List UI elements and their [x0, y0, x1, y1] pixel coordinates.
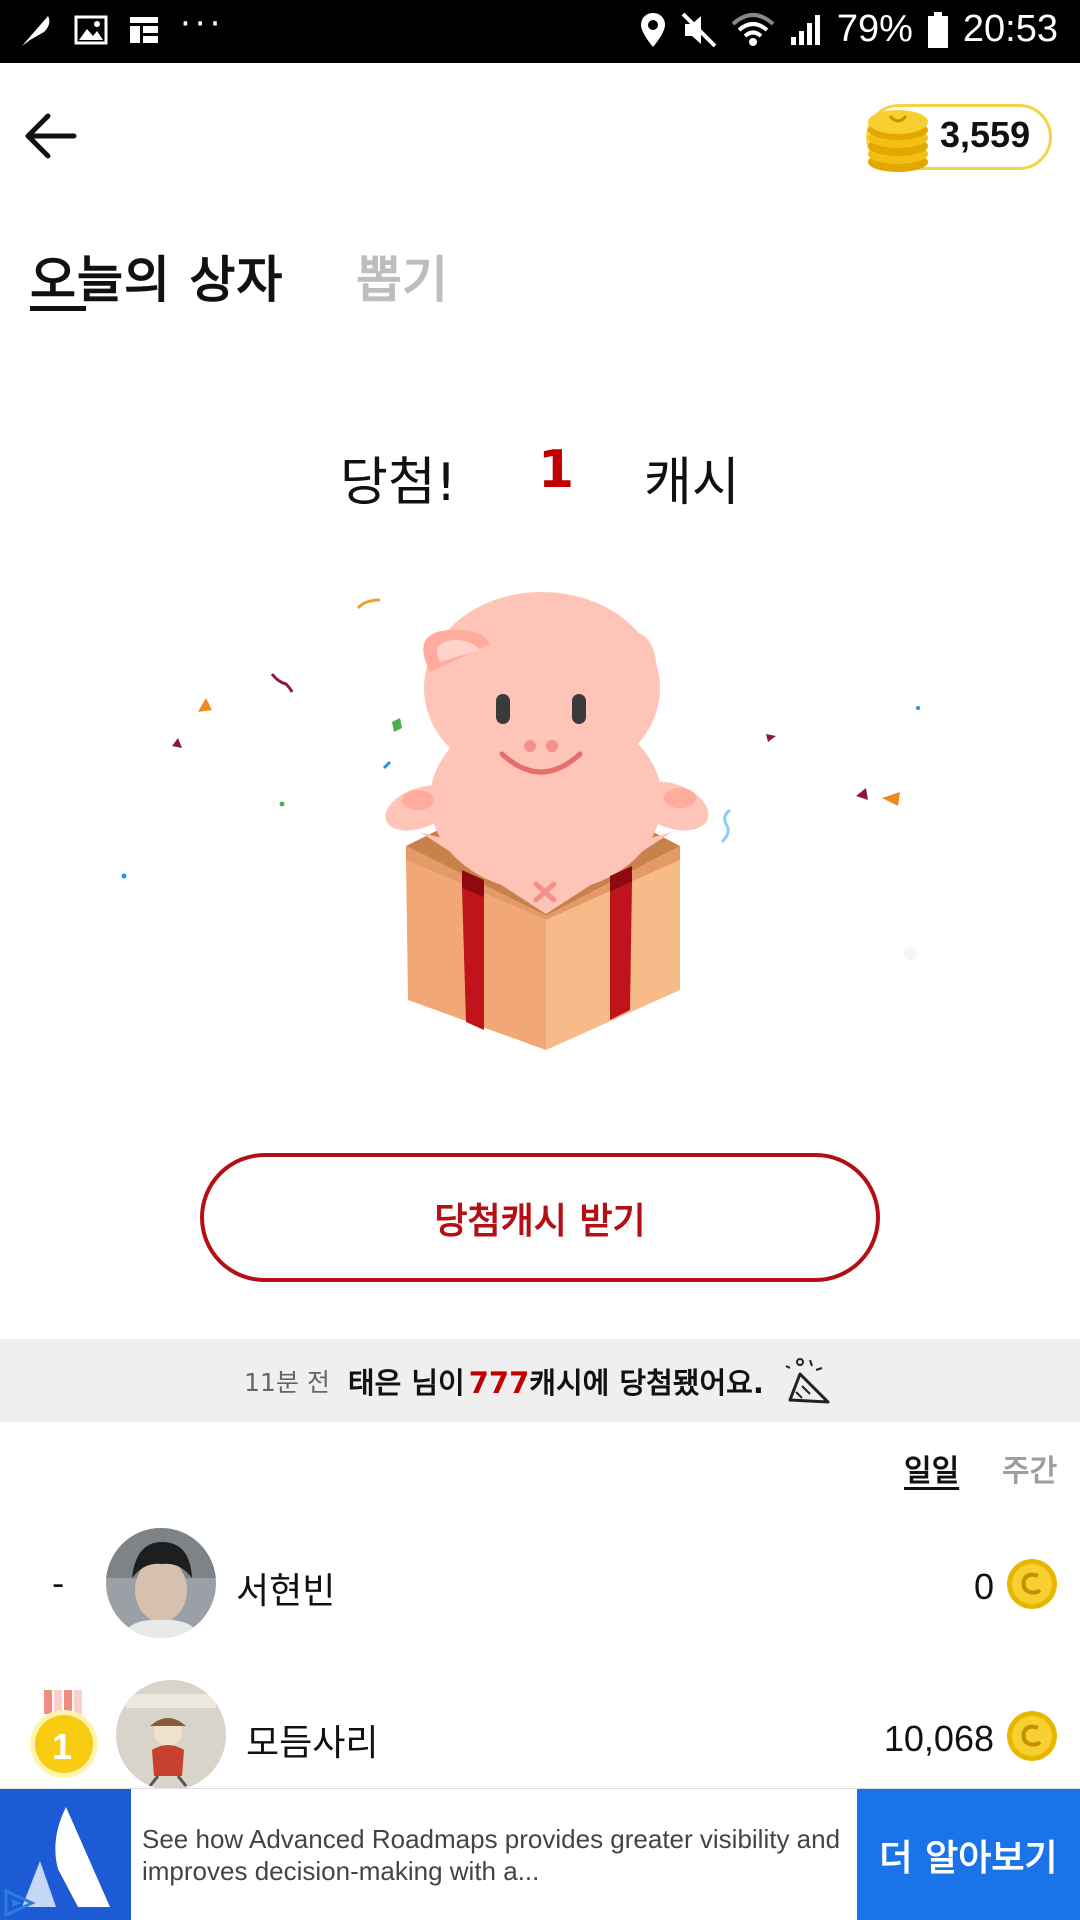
coin-icon — [1007, 1559, 1057, 1609]
mute-icon — [681, 12, 717, 47]
back-button[interactable] — [22, 108, 82, 168]
status-right: 79% 20:53 — [639, 8, 1058, 51]
tab-draw[interactable]: 뽑기 — [356, 240, 448, 312]
ad-choices-icon[interactable] — [2, 1887, 38, 1919]
claim-prize-label: 당첨캐시 받기 — [434, 1200, 646, 1242]
tab-active-indicator — [30, 306, 86, 311]
notice-message: 777캐시에 당첨됐어요. — [469, 1360, 764, 1402]
status-bar: ··· 79% 20:53 — [0, 0, 1080, 63]
winner-notice: 11분 전 태은 님이 777캐시에 당첨됐어요. — [0, 1339, 1080, 1422]
battery-percent: 79% — [836, 8, 913, 50]
tab-weekly[interactable]: 주간 — [1002, 1446, 1057, 1490]
rank-position: 1 — [52, 1726, 73, 1767]
result-unit: 캐시 — [644, 453, 740, 513]
location-icon — [640, 12, 665, 47]
ad-banner[interactable]: See how Advanced Roadmaps provides great… — [0, 1788, 1080, 1920]
notice-suffix: 캐시에 당첨됐어요. — [529, 1365, 764, 1400]
ranking-row[interactable]: 1 모듬사리 10,068 — [0, 1680, 1080, 1796]
clock: 20:53 — [962, 8, 1058, 50]
ad-cta-label: 더 알아보기 — [879, 1838, 1058, 1879]
prize-result: 당첨! 1 캐시 — [0, 440, 1080, 513]
avatar — [116, 1680, 226, 1790]
tab-today-box[interactable]: 오늘의 상자 — [30, 240, 283, 312]
feather-icon — [22, 16, 50, 46]
party-popper-icon — [785, 1357, 830, 1403]
user-score: 10,068 — [883, 1718, 994, 1759]
ad-text: See how Advanced Roadmaps provides great… — [142, 1824, 841, 1886]
battery-icon — [927, 11, 948, 48]
user-name: 서현빈 — [236, 1571, 336, 1612]
tab-daily[interactable]: 일일 — [904, 1446, 959, 1490]
wifi-icon — [731, 12, 775, 46]
news-icon — [130, 17, 158, 43]
overflow-indicator: ··· — [180, 4, 225, 44]
pig-gift-box-illustration — [121, 592, 920, 1050]
rank-position: - — [52, 1564, 65, 1604]
status-left: ··· — [18, 4, 224, 48]
claim-prize-button[interactable]: 당첨캐시 받기 — [200, 1153, 880, 1282]
coin-stack-icon — [868, 110, 928, 172]
signal-icon — [790, 14, 820, 45]
avatar — [106, 1528, 216, 1638]
result-amount: 1 — [538, 440, 575, 500]
ranking-row[interactable]: - 서현빈 0 — [0, 1528, 1080, 1644]
notice-time: 11분 전 — [244, 1367, 330, 1397]
arrow-left-icon — [25, 113, 77, 159]
user-score: 0 — [973, 1566, 994, 1607]
gallery-icon — [74, 15, 108, 45]
coin-balance: 3,559 — [940, 114, 1031, 155]
notice-amount: 777 — [468, 1365, 530, 1400]
user-name: 모듬사리 — [246, 1723, 379, 1764]
coin-icon — [1007, 1711, 1057, 1761]
ad-learn-more-button[interactable]: 더 알아보기 — [857, 1789, 1080, 1920]
result-prefix: 당첨! — [340, 453, 457, 513]
notice-winner: 태은 님이 — [347, 1365, 465, 1400]
